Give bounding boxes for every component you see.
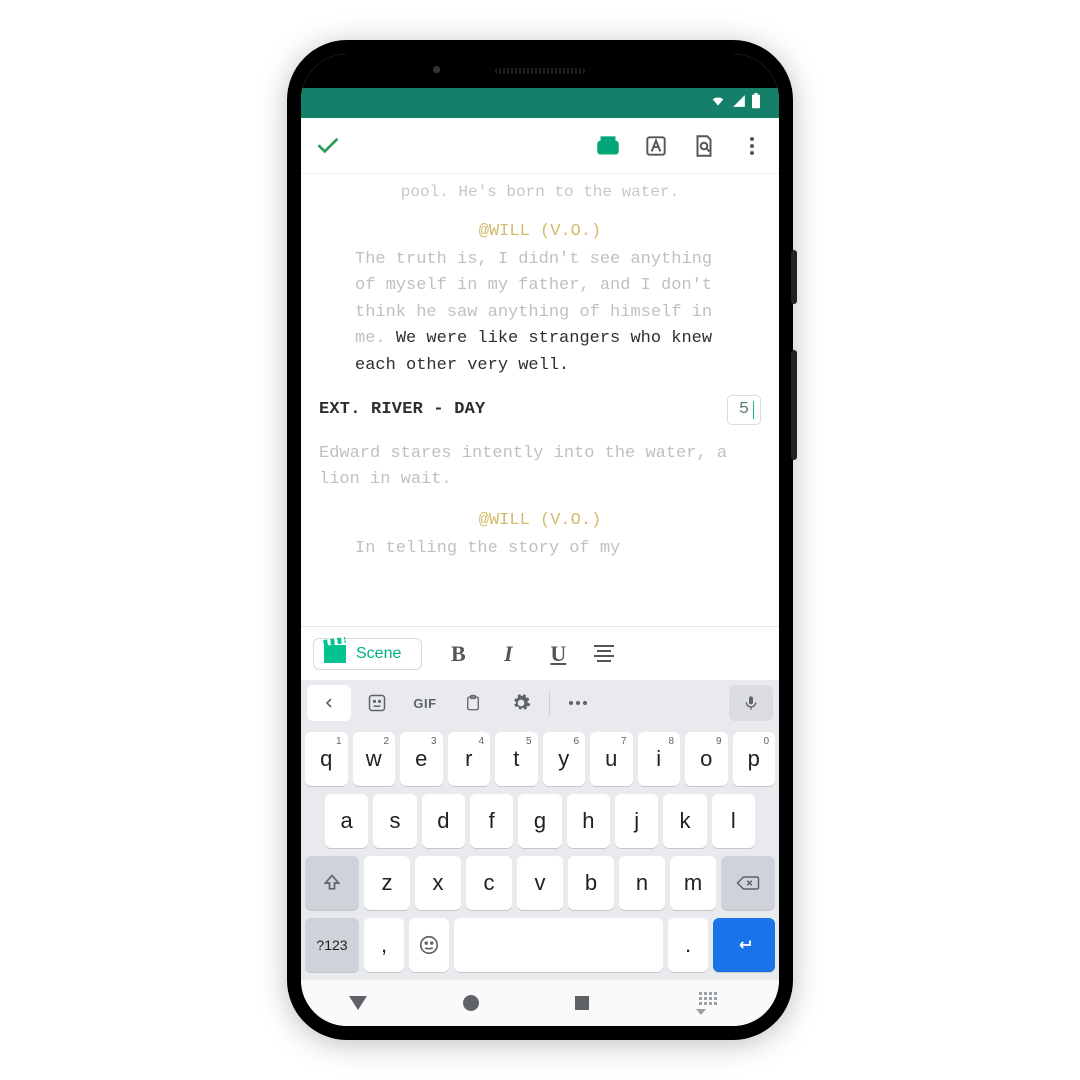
align-button[interactable] (594, 645, 614, 662)
keyboard-mode-icon[interactable] (595, 133, 621, 159)
comma-key[interactable]: , (364, 918, 404, 972)
bold-button[interactable]: B (444, 641, 472, 667)
dialogue-block: In telling the story of my (355, 536, 725, 562)
scene-heading[interactable]: EXT. RIVER - DAY (319, 397, 717, 423)
sticker-icon[interactable] (355, 685, 399, 721)
notch (301, 54, 779, 88)
action-line: Edward stares intently into the water, a… (319, 441, 761, 494)
screen: pool. He's born to the water. @WILL (V.O… (301, 54, 779, 1026)
cell-signal-icon (731, 94, 747, 113)
key-k[interactable]: k (663, 794, 706, 848)
emoji-key[interactable] (409, 918, 449, 972)
period-key[interactable]: . (668, 918, 708, 972)
character-cue: @WILL (V.O.) (319, 219, 761, 245)
format-toolbar: Scene B I U (301, 626, 779, 680)
key-l[interactable]: l (712, 794, 755, 848)
speaker-grille (495, 68, 585, 74)
key-z[interactable]: z (364, 856, 410, 910)
key-row-2: asdfghjkl (305, 794, 775, 848)
key-d[interactable]: d (422, 794, 465, 848)
font-style-icon[interactable] (643, 133, 669, 159)
key-g[interactable]: g (518, 794, 561, 848)
keyboard-suggestion-bar: GIF (301, 680, 779, 726)
underline-button[interactable]: U (544, 641, 572, 667)
gif-button[interactable]: GIF (403, 685, 447, 721)
backspace-key[interactable] (721, 856, 775, 910)
key-a[interactable]: a (325, 794, 368, 848)
symbols-key[interactable]: ?123 (305, 918, 359, 972)
key-v[interactable]: v (517, 856, 563, 910)
element-type-label: Scene (356, 645, 401, 663)
done-button[interactable] (315, 133, 341, 159)
key-row-1: q1w2e3r4t5y6u7i8o9p0 (305, 732, 775, 786)
android-nav-bar (301, 980, 779, 1026)
element-type-chip[interactable]: Scene (313, 638, 422, 670)
character-cue: @WILL (V.O.) (319, 508, 761, 534)
wifi-icon (709, 94, 727, 113)
key-s[interactable]: s (373, 794, 416, 848)
clapperboard-icon (324, 645, 346, 663)
settings-icon[interactable] (499, 685, 543, 721)
key-w[interactable]: w2 (353, 732, 396, 786)
space-key[interactable] (454, 918, 663, 972)
home-button[interactable] (463, 995, 479, 1011)
italic-button[interactable]: I (494, 641, 522, 667)
battery-icon (751, 93, 761, 114)
back-button[interactable] (349, 996, 367, 1010)
script-editor[interactable]: pool. He's born to the water. @WILL (V.O… (301, 174, 779, 626)
key-u[interactable]: u7 (590, 732, 633, 786)
key-x[interactable]: x (415, 856, 461, 910)
separator (549, 690, 550, 716)
key-m[interactable]: m (670, 856, 716, 910)
key-j[interactable]: j (615, 794, 658, 848)
previous-line: pool. He's born to the water. (319, 180, 761, 205)
clipboard-icon[interactable] (451, 685, 495, 721)
enter-key[interactable] (713, 918, 775, 972)
key-c[interactable]: c (466, 856, 512, 910)
power-button (791, 250, 797, 304)
dialogue-block: The truth is, I didn't see anything of m… (355, 247, 725, 379)
key-p[interactable]: p0 (733, 732, 776, 786)
key-r[interactable]: r4 (448, 732, 491, 786)
shift-key[interactable] (305, 856, 359, 910)
scene-heading-row[interactable]: EXT. RIVER - DAY 5 (319, 395, 761, 425)
status-bar (301, 88, 779, 118)
key-f[interactable]: f (470, 794, 513, 848)
volume-button (791, 350, 797, 460)
app-toolbar (301, 118, 779, 174)
hide-keyboard-icon[interactable] (685, 992, 731, 1015)
phone-frame: pool. He's born to the water. @WILL (V.O… (287, 40, 793, 1040)
collapse-suggestions-button[interactable] (307, 685, 351, 721)
scene-number-input[interactable]: 5 (727, 395, 761, 425)
recents-button[interactable] (575, 996, 589, 1010)
more-suggestions-icon[interactable] (556, 685, 600, 721)
key-o[interactable]: o9 (685, 732, 728, 786)
key-y[interactable]: y6 (543, 732, 586, 786)
key-row-4: ?123 , . (305, 918, 775, 972)
find-in-page-icon[interactable] (691, 133, 717, 159)
front-camera (431, 64, 445, 78)
key-t[interactable]: t5 (495, 732, 538, 786)
dialogue-emphasis: We were like strangers who knew each oth… (355, 329, 712, 374)
soft-keyboard: q1w2e3r4t5y6u7i8o9p0 asdfghjkl zxcvbnm ?… (301, 726, 779, 980)
key-h[interactable]: h (567, 794, 610, 848)
key-row-3: zxcvbnm (305, 856, 775, 910)
voice-input-button[interactable] (729, 685, 773, 721)
key-e[interactable]: e3 (400, 732, 443, 786)
key-i[interactable]: i8 (638, 732, 681, 786)
overflow-menu-icon[interactable] (739, 133, 765, 159)
key-b[interactable]: b (568, 856, 614, 910)
key-q[interactable]: q1 (305, 732, 348, 786)
key-n[interactable]: n (619, 856, 665, 910)
